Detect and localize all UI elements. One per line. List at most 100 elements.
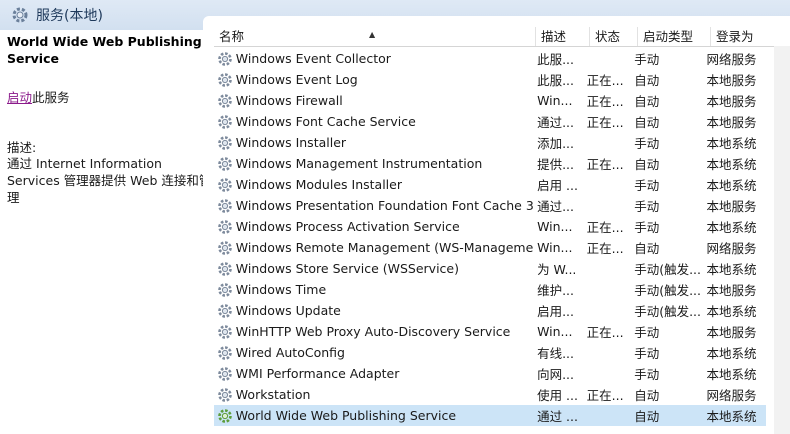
service-row[interactable]: Windows Process Activation Service Win...…	[214, 216, 766, 237]
service-gear-icon	[214, 324, 236, 340]
service-description: 使用 ...	[537, 388, 578, 403]
service-name: Windows Firewall	[235, 93, 343, 108]
service-startup-type: 手动(触发...	[634, 283, 701, 298]
service-row[interactable]: Windows Update 启用... 手动(触发... 本地系统	[214, 300, 766, 321]
service-gear-icon	[214, 177, 236, 193]
service-description: 通过...	[537, 115, 574, 130]
service-detail-panel: World Wide Web Publishing Service 启动此服务 …	[0, 30, 212, 434]
service-logon-as: 本地服务	[706, 94, 757, 109]
service-status: 正在...	[586, 73, 624, 88]
service-status: 正在...	[586, 241, 624, 256]
service-row[interactable]: Workstation 使用 ... 正在... 自动 网络服务	[214, 384, 766, 405]
column-header-logon[interactable]: 登录为	[711, 27, 774, 46]
service-logon-as: 本地系统	[706, 136, 757, 151]
service-gear-icon	[214, 387, 236, 403]
service-status: 正在...	[586, 325, 624, 340]
service-status: 正在...	[586, 388, 624, 403]
service-gear-icon	[214, 345, 236, 361]
service-gear-icon	[214, 240, 236, 256]
service-startup-type: 手动(触发...	[634, 262, 701, 277]
service-name: Windows Store Service (WSService)	[235, 261, 459, 276]
service-startup-type: 手动	[634, 199, 660, 214]
service-logon-as: 本地服务	[706, 115, 757, 130]
list-header: 名称 ▲ 描述 状态 启动类型 登录为	[214, 27, 774, 47]
service-row[interactable]: Windows Event Collector 此服... 手动 网络服务	[214, 48, 766, 69]
service-startup-type: 手动	[634, 178, 660, 193]
service-description: 启用...	[537, 304, 574, 319]
service-gear-icon	[214, 408, 236, 424]
service-row[interactable]: World Wide Web Publishing Service 通过 ... 自…	[214, 405, 766, 426]
vertical-scrollbar[interactable]	[774, 46, 790, 434]
column-header-desc[interactable]: 描述	[536, 27, 590, 46]
column-header-desc-label: 描述	[541, 29, 567, 44]
column-header-status[interactable]: 状态	[590, 27, 638, 46]
service-logon-as: 本地系统	[706, 409, 757, 424]
service-description: 维护...	[537, 283, 574, 298]
service-row[interactable]: Windows Firewall Win... 正在... 自动 本地服务	[214, 90, 766, 111]
service-row[interactable]: Windows Presentation Foundation Font Cac…	[214, 195, 766, 216]
service-status: 正在...	[586, 94, 624, 109]
service-description: 启用 ...	[537, 178, 578, 193]
sort-ascending-icon: ▲	[369, 30, 376, 39]
column-header-startup[interactable]: 启动类型	[638, 27, 711, 46]
column-header-startup-label: 启动类型	[643, 29, 694, 44]
service-name: Windows Event Log	[235, 72, 358, 87]
service-description: 向网...	[537, 367, 574, 382]
service-gear-icon	[214, 198, 236, 214]
service-description: 为 W...	[537, 262, 577, 277]
service-logon-as: 本地服务	[706, 325, 757, 340]
service-name: World Wide Web Publishing Service	[235, 408, 457, 423]
service-row[interactable]: Windows Store Service (WSService) 为 W... 手…	[214, 258, 766, 279]
service-status: 正在...	[586, 220, 624, 235]
service-description: 有线...	[537, 346, 574, 361]
column-header-name-label: 名称	[219, 29, 245, 44]
service-status: 正在...	[586, 157, 624, 172]
service-gear-icon	[214, 51, 236, 67]
service-name: Windows Process Activation Service	[235, 219, 460, 234]
service-status: 正在...	[586, 115, 624, 130]
service-logon-as: 本地服务	[706, 199, 757, 214]
column-header-name[interactable]: 名称 ▲	[214, 27, 536, 46]
service-gear-icon	[214, 93, 236, 109]
service-name: Windows Time	[235, 282, 327, 297]
service-gear-icon	[214, 282, 236, 298]
service-startup-type: 自动	[634, 241, 660, 256]
service-logon-as: 本地系统	[706, 157, 757, 172]
service-row[interactable]: Windows Time 维护... 手动(触发... 本地服务	[214, 279, 766, 300]
service-name: Windows Installer	[235, 135, 347, 150]
service-gear-icon	[214, 114, 236, 130]
services-gear-icon	[9, 4, 31, 26]
service-gear-icon	[214, 261, 236, 277]
service-startup-type: 自动	[634, 409, 660, 424]
start-service-suffix: 此服务	[32, 90, 70, 105]
service-startup-type: 手动	[634, 346, 660, 361]
service-row[interactable]: Wired AutoConfig 有线... 手动 本地系统	[214, 342, 766, 363]
service-logon-as: 网络服务	[706, 241, 757, 256]
service-row[interactable]: Windows Font Cache Service 通过... 正在... 自动 本地…	[214, 111, 766, 132]
service-row[interactable]: Windows Remote Management (WS-Management…	[214, 237, 766, 258]
service-name: WMI Performance Adapter	[235, 366, 400, 381]
service-logon-as: 本地系统	[706, 220, 757, 235]
service-name: Windows Modules Installer	[235, 177, 402, 192]
service-startup-type: 自动	[634, 94, 660, 109]
service-description: 提供...	[537, 157, 574, 172]
service-row[interactable]: Windows Event Log 此服... 正在... 自动 本地服务	[214, 69, 766, 90]
service-row[interactable]: Windows Modules Installer 启用 ... 手动 本地系统	[214, 174, 766, 195]
service-gear-icon	[214, 156, 236, 172]
service-gear-icon	[214, 366, 236, 382]
service-logon-as: 本地系统	[706, 304, 757, 319]
service-row[interactable]: Windows Installer 添加... 手动 本地系统	[214, 132, 766, 153]
column-header-logon-label: 登录为	[716, 29, 754, 44]
window-title: 服务(本地)	[36, 8, 103, 24]
service-description: Win...	[537, 219, 573, 234]
selected-service-title: World Wide Web Publishing Service	[7, 34, 202, 66]
service-row[interactable]: WMI Performance Adapter 向网... 手动 本地系统	[214, 363, 766, 384]
service-startup-type: 手动	[634, 136, 660, 151]
service-logon-as: 本地系统	[706, 346, 757, 361]
start-service-link[interactable]: 启动	[7, 90, 32, 105]
service-logon-as: 网络服务	[706, 52, 757, 67]
service-startup-type: 自动	[634, 388, 660, 403]
service-description: Win...	[537, 93, 573, 108]
service-row[interactable]: Windows Management Instrumentation 提供... 正…	[214, 153, 766, 174]
service-row[interactable]: WinHTTP Web Proxy Auto-Discovery Service…	[214, 321, 766, 342]
